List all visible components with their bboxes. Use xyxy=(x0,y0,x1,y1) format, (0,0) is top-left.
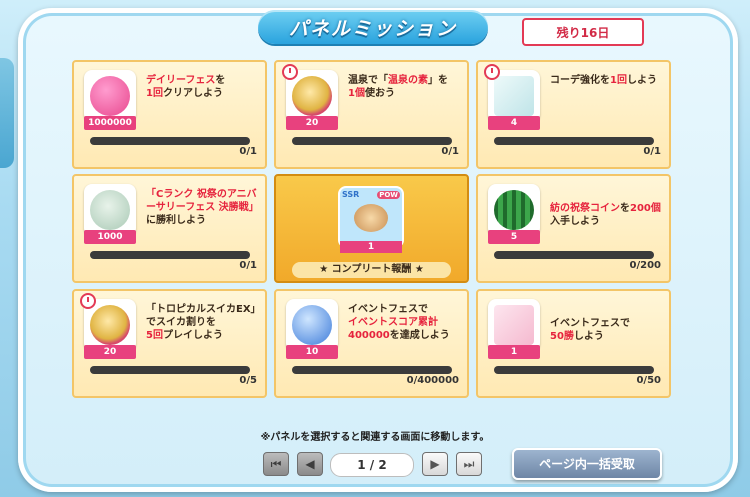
mission-description: イベントフェスで 50勝しよう xyxy=(550,318,630,342)
first-page-button[interactable]: ⏮ xyxy=(263,452,289,476)
mission-panel-8[interactable]: 1 イベントフェスで 50勝しよう 0/50 xyxy=(476,289,671,398)
next-page-button[interactable]: ▶ xyxy=(422,452,448,476)
progress-bar xyxy=(90,251,250,259)
mission-panel-5[interactable]: 5 紡の祝祭コインを200個入手しよう 0/200 xyxy=(476,174,671,283)
watermelon-icon xyxy=(494,190,534,230)
orb-icon xyxy=(90,305,130,345)
progress-text: 0/1 xyxy=(239,146,257,157)
first-page-icon: ⏮ xyxy=(270,456,282,471)
mission-panel-2[interactable]: 20 温泉で「温泉の素」を 1個使おう 0/1 xyxy=(274,60,469,169)
complete-reward-label: ★ コンプリート報酬 ★ xyxy=(292,262,451,278)
reward-item: 1000 xyxy=(84,184,136,244)
next-page-icon: ▶ xyxy=(430,457,440,471)
progress-bar xyxy=(90,366,250,374)
reward-quantity: 1000000 xyxy=(84,116,136,130)
heart-gem-icon xyxy=(292,305,332,345)
navigation-note: ※パネルを選択すると関連する画面に移動します。 xyxy=(260,432,490,443)
cloth-icon xyxy=(494,76,534,116)
reward-quantity: 5 xyxy=(488,230,540,244)
coin-icon xyxy=(90,76,130,116)
mission-panel-4[interactable]: 1000 「Cランク 祝祭のアニバーサリーフェス 決勝戦」に勝利しよう 0/1 xyxy=(72,174,267,283)
timer-icon xyxy=(282,64,298,80)
title-banner: パネルミッション xyxy=(258,10,488,44)
progress-bar xyxy=(494,366,654,374)
timer-icon xyxy=(484,64,500,80)
reward-item: 4 xyxy=(484,64,540,130)
progress-text: 0/5 xyxy=(239,375,257,386)
complete-reward-panel[interactable]: SSR POW 1 ★ コンプリート報酬 ★ xyxy=(274,174,469,283)
pow-badge: POW xyxy=(377,191,400,199)
bulk-receive-button[interactable]: ページ内一括受取 xyxy=(512,448,662,480)
mission-description: コーデ強化を1回しよう xyxy=(550,75,657,86)
mission-panel-6[interactable]: 20 「トロピカルスイカEX」でスイカ割りを 5回プレイしよう 0/5 xyxy=(72,289,267,398)
side-decoration xyxy=(0,58,14,168)
mission-description: イベントフェスで イベントスコア累計400000を達成しよう xyxy=(348,304,450,341)
timer-icon xyxy=(80,293,96,309)
progress-bar xyxy=(292,137,452,145)
reward-item: 10 xyxy=(286,299,338,359)
page-title: パネルミッション xyxy=(288,17,457,40)
mission-description: 紡の祝祭コインを200個入手しよう xyxy=(550,203,661,227)
reward-item: 20 xyxy=(80,293,136,359)
mission-description: 「トロピカルスイカEX」でスイカ割りを 5回プレイしよう xyxy=(146,304,261,341)
progress-bar xyxy=(292,366,452,374)
orb-icon xyxy=(292,76,332,116)
reward-quantity: 1 xyxy=(488,345,540,359)
card-icon xyxy=(354,204,388,232)
last-page-icon: ⏭ xyxy=(463,456,475,471)
mission-description: 温泉で「温泉の素」を 1個使おう xyxy=(348,75,448,99)
reward-quantity: 20 xyxy=(286,116,338,130)
page-indicator: 1 / 2 xyxy=(330,453,414,477)
reward-quantity: 4 xyxy=(488,116,540,130)
ssr-label: SSR xyxy=(342,190,360,199)
progress-bar xyxy=(494,137,654,145)
progress-text: 0/1 xyxy=(441,146,459,157)
last-page-button[interactable]: ⏭ xyxy=(456,452,482,476)
reward-item: 20 xyxy=(282,64,338,130)
mission-panel-7[interactable]: 10 イベントフェスで イベントスコア累計400000を達成しよう 0/4000… xyxy=(274,289,469,398)
reward-item: 1 xyxy=(488,299,540,359)
mission-description: 「Cランク 祝祭のアニバーサリーフェス 決勝戦」に勝利しよう xyxy=(146,189,259,226)
medal-icon xyxy=(90,190,130,230)
complete-reward-item: SSR POW 1 xyxy=(338,186,404,253)
gift-icon xyxy=(494,305,534,345)
prev-page-button[interactable]: ◀ xyxy=(297,452,323,476)
reward-item: 5 xyxy=(488,184,540,244)
progress-bar xyxy=(90,137,250,145)
prev-page-icon: ◀ xyxy=(305,457,315,471)
progress-text: 0/1 xyxy=(239,260,257,271)
mission-panel-3[interactable]: 4 コーデ強化を1回しよう 0/1 xyxy=(476,60,671,169)
progress-text: 0/200 xyxy=(629,260,661,271)
reward-quantity: 20 xyxy=(84,345,136,359)
progress-bar xyxy=(494,251,654,259)
days-left-badge: 残り16日 xyxy=(522,18,644,46)
progress-text: 0/400000 xyxy=(406,375,459,386)
reward-item: 1000000 xyxy=(84,70,136,130)
progress-text: 0/50 xyxy=(636,375,661,386)
reward-quantity: 1000 xyxy=(84,230,136,244)
mission-description: デイリーフェスを 1回クリアしよう xyxy=(146,75,226,99)
reward-quantity: 10 xyxy=(286,345,338,359)
mission-panel-1[interactable]: 1000000 デイリーフェスを 1回クリアしよう 0/1 xyxy=(72,60,267,169)
reward-quantity: 1 xyxy=(340,241,402,253)
progress-text: 0/1 xyxy=(643,146,661,157)
